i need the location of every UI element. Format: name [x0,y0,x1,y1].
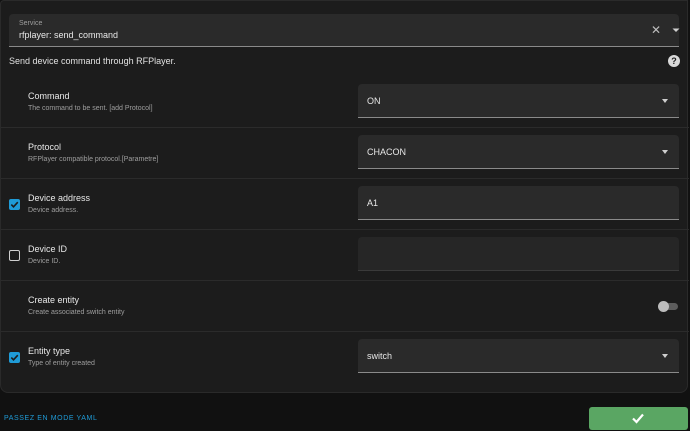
entity-type-checkbox[interactable] [9,352,20,363]
field-subtitle: Create associated switch entity [28,309,125,316]
command-select[interactable]: ON [358,84,679,118]
device-address-field[interactable] [358,186,679,220]
help-circle-icon[interactable]: ? [668,55,680,67]
create-entity-toggle[interactable] [658,301,680,312]
protocol-select[interactable]: CHACON [358,135,679,169]
chevron-down-icon [662,150,668,154]
field-title: Device ID [28,244,68,254]
field-row-device-address: Device address Device address. [1,179,689,230]
field-title: Entity type [28,346,71,356]
service-field-value: rfplayer: send_command [19,30,119,40]
device-id-checkbox[interactable] [9,250,20,261]
service-card: Service rfplayer: send_command ✕ Send de… [0,0,689,393]
service-field-label: Service [19,20,43,27]
field-row-command: Command The command to be sent. [add Pro… [1,77,689,128]
field-row-create-entity: Create entity Create associated switch e… [1,281,689,332]
field-title: Protocol [28,142,62,152]
protocol-select-value: CHACON [367,147,407,157]
field-subtitle: Device address. [28,207,79,214]
field-title: Create entity [28,295,80,305]
field-subtitle: RFPlayer compatible protocol.[Parametre] [28,156,159,163]
entity-type-select[interactable]: switch [358,339,679,373]
field-title: Device address [28,193,91,203]
footer-bar: PASSEZ EN MODE YAML [0,403,690,431]
field-row-device-id: Device ID Device ID. [1,230,689,281]
device-address-input[interactable] [367,196,667,210]
field-subtitle: Type of entity created [28,360,95,367]
service-picker[interactable]: Service rfplayer: send_command ✕ [9,14,680,47]
field-subtitle: Device ID. [28,258,61,265]
chevron-down-icon [662,354,668,358]
chevron-down-icon[interactable] [669,23,683,37]
field-subtitle: The command to be sent. [add Protocol] [28,105,153,112]
field-title: Command [28,91,70,101]
device-address-checkbox[interactable] [9,199,20,210]
call-service-button[interactable] [589,407,688,430]
close-icon[interactable]: ✕ [649,23,663,37]
command-select-value: ON [367,96,381,106]
checkmark-icon [632,413,644,424]
toggle-thumb [658,301,669,312]
device-id-field[interactable] [358,237,679,271]
chevron-down-icon [662,99,668,103]
field-row-protocol: Protocol RFPlayer compatible protocol.[P… [1,128,689,179]
device-id-input[interactable] [367,247,667,261]
yaml-mode-link[interactable]: PASSEZ EN MODE YAML [4,415,97,422]
service-description: Send device command through RFPlayer. [9,56,176,66]
field-row-entity-type: Entity type Type of entity created switc… [1,332,689,383]
entity-type-select-value: switch [367,351,393,361]
